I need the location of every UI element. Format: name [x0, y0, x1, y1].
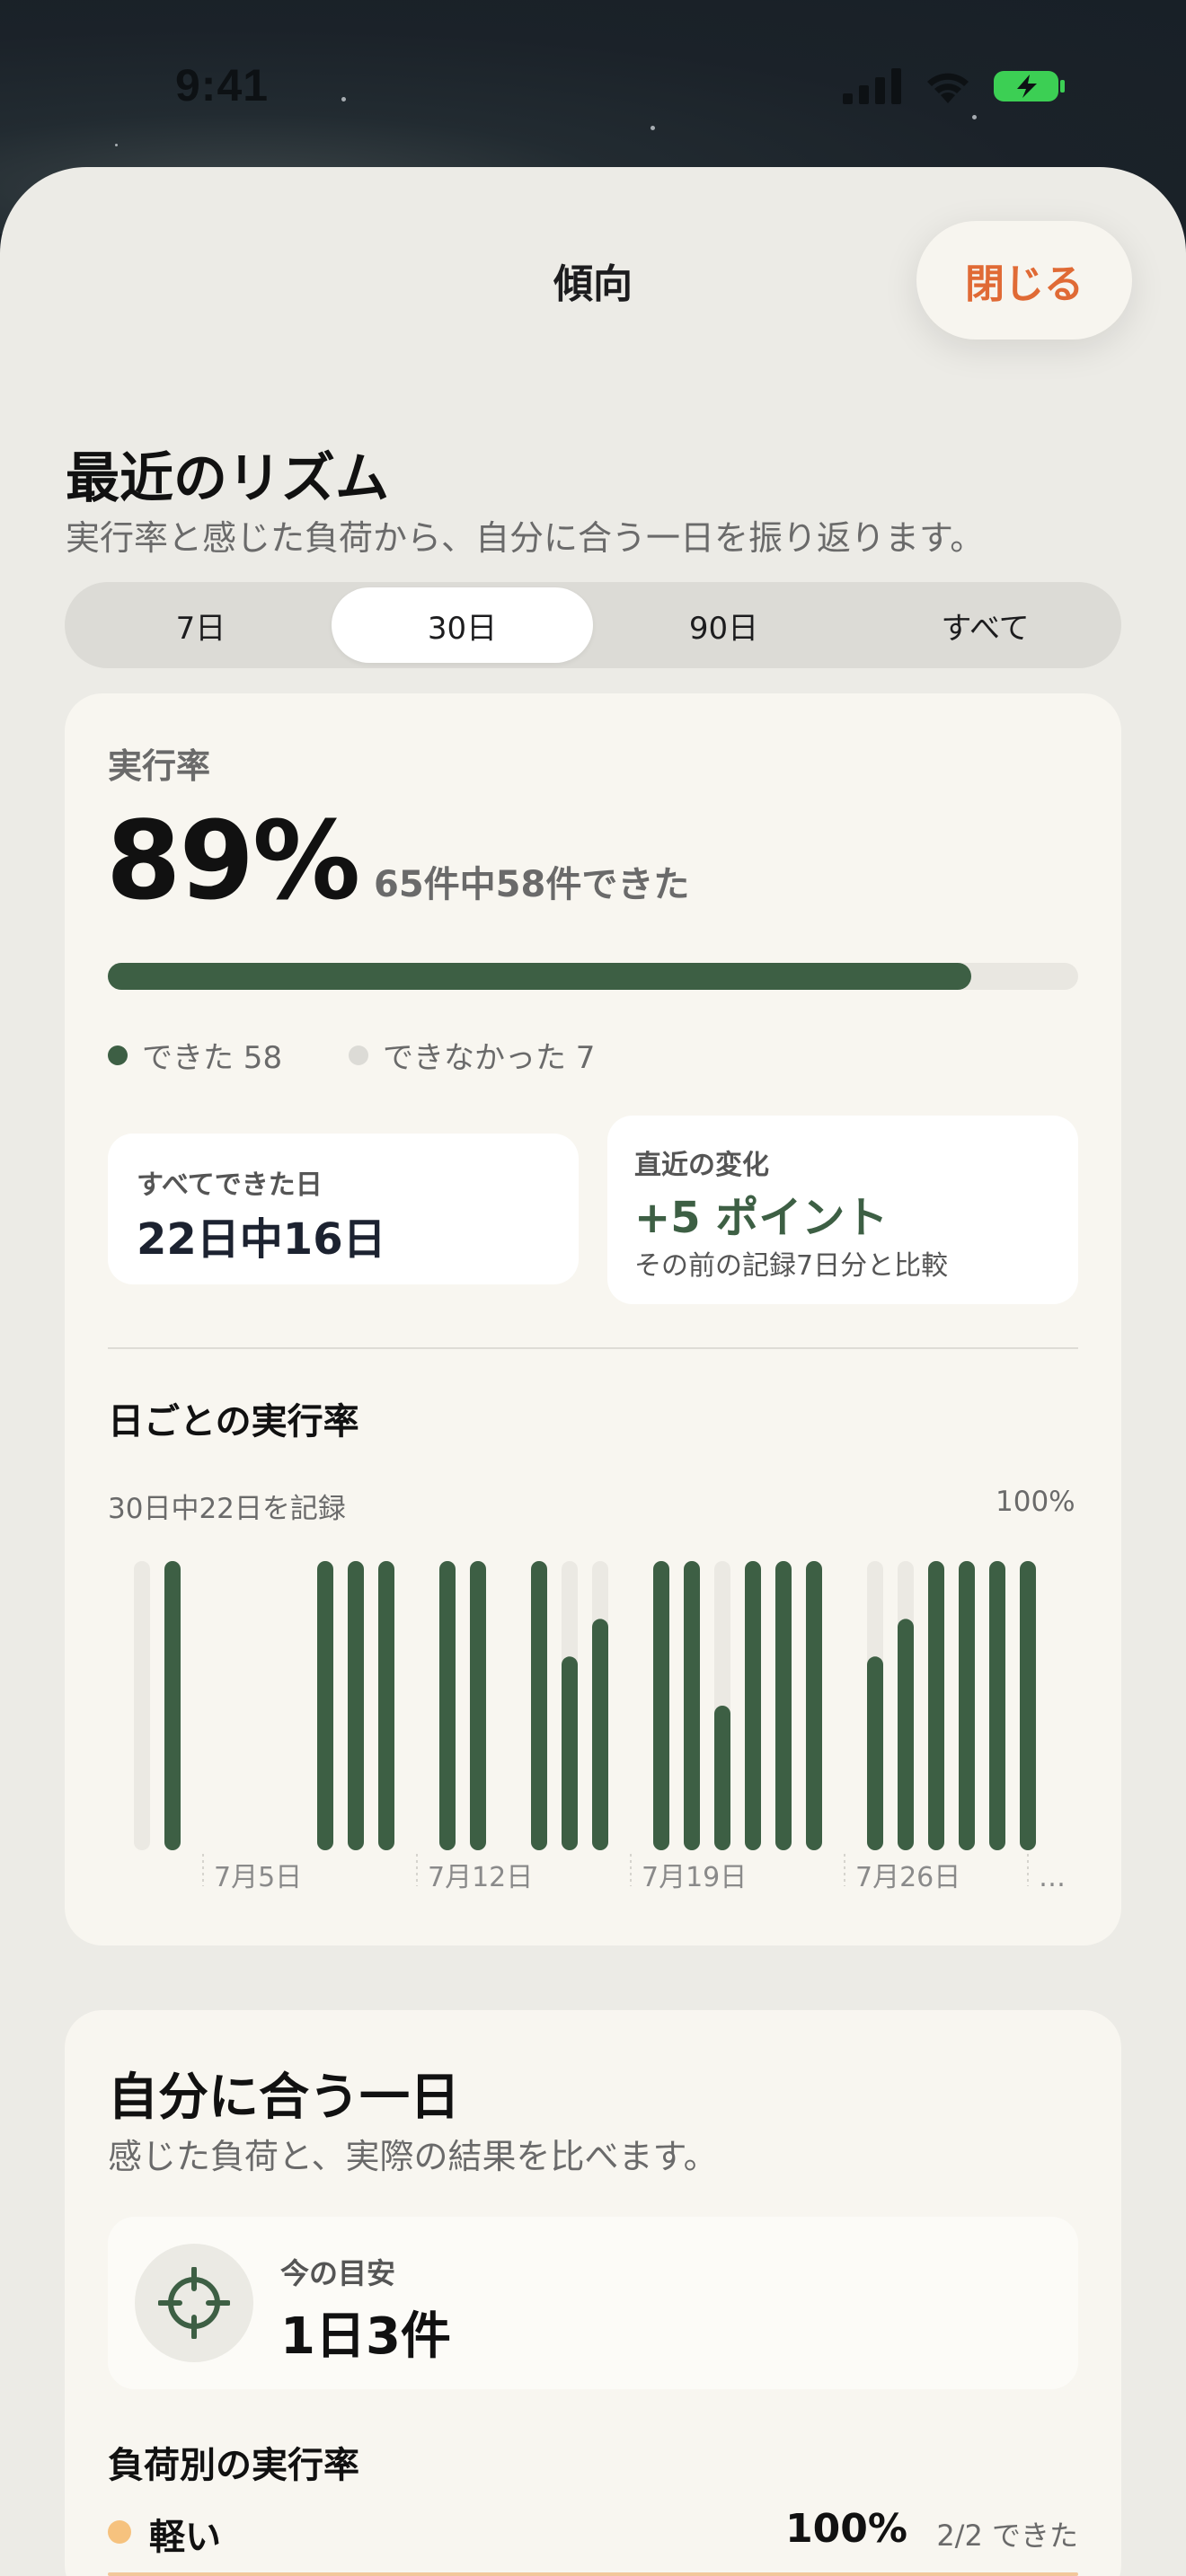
daily-bar[interactable] [317, 1561, 333, 1850]
daily-bar[interactable] [1020, 1561, 1036, 1850]
close-button[interactable]: 閉じる [916, 221, 1132, 340]
x-tick-label: … [1039, 1862, 1066, 1893]
period-all[interactable]: すべて [854, 587, 1116, 663]
period-30-days[interactable]: 30日 [332, 587, 593, 663]
completion-rate: 89% [106, 799, 360, 924]
daily-bar[interactable] [592, 1619, 608, 1850]
daily-bar[interactable] [164, 1561, 181, 1850]
target-icon-container [135, 2244, 253, 2362]
recent-change-label: 直近の変化 [634, 1150, 769, 1181]
daily-bar[interactable] [867, 1656, 883, 1850]
period-segmented-control: 7日 30日 90日 すべて [65, 582, 1121, 668]
daily-bar[interactable] [562, 1656, 578, 1850]
all-done-label: すべてできた日 [137, 1169, 323, 1201]
load-light-name: 軽い [149, 2517, 221, 2558]
legend-missed-dot [349, 1045, 368, 1065]
legend-missed-label: できなかった 7 [383, 1040, 596, 1076]
completion-progress-fill [108, 963, 972, 990]
legend-done: できた 58 [108, 1033, 282, 1077]
daily-bar[interactable] [348, 1561, 364, 1850]
x-tick-label: 7月19日 [642, 1862, 747, 1893]
legend-done-label: できた 58 [142, 1040, 283, 1076]
period-90-days[interactable]: 90日 [593, 587, 854, 663]
load-row-light: 軽い 100% 2/2 できた [108, 2506, 1078, 2560]
legend-done-dot [108, 1045, 128, 1065]
x-tick-label: 7月12日 [428, 1862, 533, 1893]
period-7-days[interactable]: 7日 [70, 587, 332, 663]
battery-charging-icon [994, 71, 1065, 101]
load-light-dot [108, 2520, 131, 2544]
daily-bar[interactable] [775, 1561, 792, 1850]
daily-bar[interactable] [989, 1561, 1005, 1850]
status-icons [843, 65, 1066, 108]
daily-bar[interactable] [378, 1561, 394, 1850]
target-value: 1日3件 [280, 2307, 451, 2366]
daily-bar[interactable] [898, 1619, 914, 1850]
daily-bar[interactable] [439, 1561, 456, 1850]
recent-change-note: その前の記録7日分と比較 [634, 1250, 949, 1282]
x-tick-label: 7月5日 [214, 1862, 302, 1893]
daily-chart-title: 日ごとの実行率 [108, 1401, 359, 1442]
daily-bar[interactable] [928, 1561, 944, 1850]
daily-bar[interactable] [470, 1561, 486, 1850]
load-light-count: 2/2 できた [936, 2519, 1078, 2553]
daily-bar[interactable] [531, 1561, 547, 1850]
target-card [108, 2217, 1078, 2389]
daily-bar[interactable] [806, 1561, 822, 1850]
rhythm-subtitle: 実行率と感じた負荷から、自分に合う一日を振り返ります。 [66, 518, 985, 558]
cellular-signal-icon [843, 68, 901, 104]
status-time: 9:41 [175, 60, 270, 110]
daily-chart: 7月5日 7月12日 7月19日 7月26日 … [134, 1561, 1066, 1893]
target-label: 今の目安 [280, 2256, 396, 2290]
fit-day-title: 自分に合う一日 [108, 2069, 460, 2127]
all-done-value: 22日中16日 [137, 1214, 386, 1265]
card-divider [108, 1347, 1078, 1349]
x-tick-label: 7月26日 [855, 1862, 960, 1893]
load-light-rate: 100% [785, 2506, 907, 2552]
completion-detail: 65件中58件できた [374, 864, 690, 905]
rhythm-title: 最近のリズム [66, 447, 389, 510]
legend-missed: できなかった 7 [349, 1033, 595, 1077]
wifi-icon [927, 73, 969, 103]
daily-chart-records: 30日中22日を記録 [108, 1493, 346, 1525]
crosshair-icon [158, 2267, 230, 2339]
daily-bar[interactable] [959, 1561, 975, 1850]
daily-bar[interactable] [684, 1561, 700, 1850]
fit-day-subtitle: 感じた負荷と、実際の結果を比べます。 [108, 2137, 718, 2176]
daily-bar-track [134, 1561, 150, 1850]
recent-change-value: +5 ポイント [634, 1193, 889, 1243]
load-rates-title: 負荷別の実行率 [108, 2445, 359, 2486]
daily-bar[interactable] [653, 1561, 669, 1850]
daily-chart-max: 100% [996, 1486, 1075, 1518]
completion-progress-bar [108, 963, 1078, 990]
daily-bar[interactable] [714, 1706, 730, 1850]
load-light-bar [108, 2572, 1078, 2576]
completion-label: 実行率 [108, 746, 211, 786]
daily-bar[interactable] [745, 1561, 761, 1850]
